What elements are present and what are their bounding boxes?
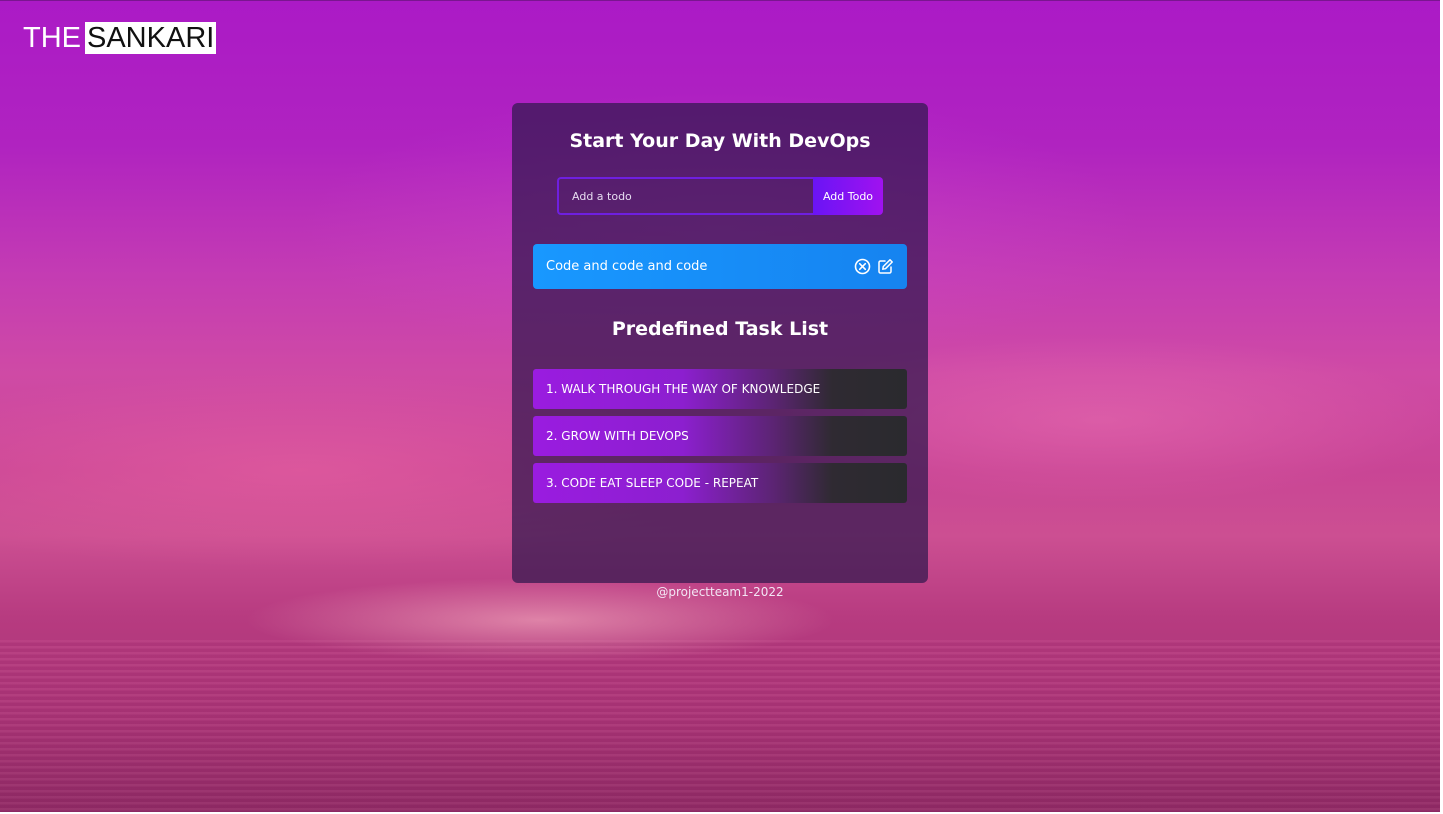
footer-credit: @projectteam1-2022 (656, 585, 784, 599)
predefined-task-item[interactable]: 3. CODE EAT SLEEP CODE - REPEAT (533, 463, 907, 503)
add-todo-button[interactable]: Add Todo (813, 177, 883, 215)
edit-icon[interactable] (877, 258, 894, 275)
card-title: Start Your Day With DevOps (569, 130, 871, 152)
todo-item: Code and code and code (533, 244, 907, 289)
todo-form: Add Todo (557, 177, 883, 215)
predefined-task-item[interactable]: 1. WALK THROUGH THE WAY OF KNOWLEDGE (533, 369, 907, 409)
brand-name: SANKARI (85, 22, 217, 54)
circle-x-icon[interactable] (854, 258, 871, 275)
todo-card: Start Your Day With DevOps Add Todo Code… (512, 103, 928, 583)
todo-input[interactable] (557, 177, 813, 215)
todo-item-text: Code and code and code (546, 259, 708, 274)
sea-texture (0, 640, 1440, 812)
predefined-task-item[interactable]: 2. GROW WITH DEVOPS (533, 416, 907, 456)
predefined-task-title: Predefined Task List (611, 318, 829, 340)
todo-item-actions (854, 258, 894, 275)
brand-prefix: THE (23, 22, 81, 54)
top-border (0, 0, 1440, 1)
brand-logo: THE SANKARI (23, 22, 217, 54)
